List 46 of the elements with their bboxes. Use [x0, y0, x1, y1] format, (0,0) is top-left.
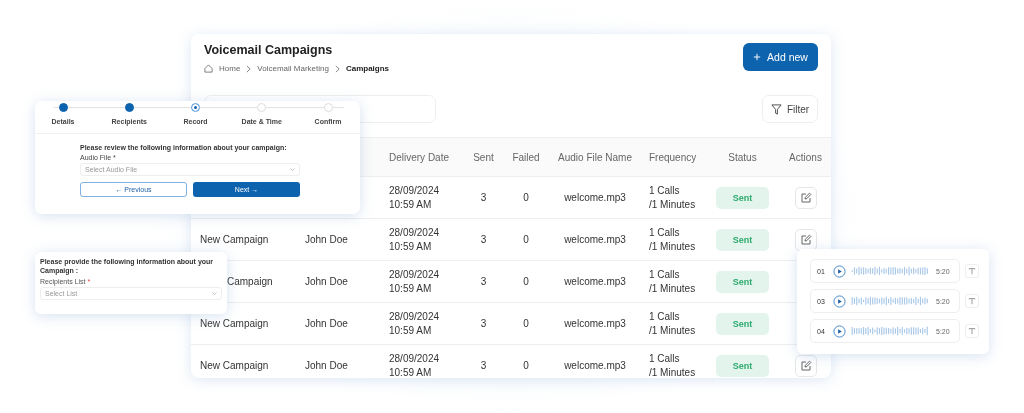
table-cell: New Campaign — [200, 318, 269, 329]
status-badge: Sent — [715, 228, 770, 251]
table-cell: New Campaign — [200, 360, 269, 371]
table-cell: 0 — [523, 276, 529, 287]
table-cell: John Doe — [305, 234, 348, 245]
column-header: Audio File Name — [558, 151, 632, 163]
status-badge: Sent — [715, 186, 770, 209]
table-cell: 0 — [523, 318, 529, 329]
table-cell: 3 — [480, 192, 487, 203]
status-badge: Sent — [715, 270, 770, 293]
column-header: Failed — [512, 151, 540, 163]
column-header: Status — [728, 151, 757, 163]
column-header: Sent — [473, 151, 494, 163]
table-cell: 28/09/2024 10:59 AM — [389, 183, 440, 212]
table-cell: 1 Calls /1 Minutes — [649, 225, 696, 254]
status-badge: Sent — [715, 312, 770, 335]
table-cell: John Doe — [305, 276, 348, 287]
table-cell: welcome.mp3 — [564, 234, 626, 245]
table-cell: 3 — [480, 318, 487, 329]
column-header: Delivery Date — [389, 151, 450, 163]
table-cell: 3 — [480, 360, 487, 371]
table-cell: 0 — [523, 192, 529, 203]
table-cell: 0 — [523, 360, 529, 371]
column-header: Actions — [789, 151, 822, 163]
table-cell: 28/09/2024 10:59 AM — [389, 309, 440, 338]
table-cell: 1 Calls /1 Minutes — [649, 351, 696, 378]
table-cell: welcome.mp3 — [564, 360, 626, 371]
table-cell: welcome.mp3 — [564, 192, 626, 203]
table-cell: 1 Calls /1 Minutes — [649, 267, 696, 296]
table-cell: 28/09/2024 10:59 AM — [389, 267, 440, 296]
table-cell: John Doe — [305, 360, 348, 371]
table-cell: 0 — [523, 234, 529, 245]
table-cell: John Doe — [305, 318, 348, 329]
table-cell: 28/09/2024 10:59 AM — [389, 225, 440, 254]
table-cell: 28/09/2024 10:59 AM — [389, 351, 440, 378]
table-cell: New Campaign — [200, 234, 269, 245]
status-badge: Sent — [715, 354, 770, 377]
table-cell: 1 Calls /1 Minutes — [649, 309, 696, 338]
table-cell: welcome.mp3 — [564, 318, 626, 329]
table-cell: 3 — [480, 276, 487, 287]
column-header: Frequency — [649, 151, 697, 163]
page-title: Voicemail Campaigns — [204, 43, 334, 57]
table-cell: 3 — [480, 234, 487, 245]
table-cell: 1 Calls /1 Minutes — [649, 183, 696, 212]
table-cell: welcome.mp3 — [564, 276, 626, 287]
table-cell: Campaign — [227, 276, 273, 287]
